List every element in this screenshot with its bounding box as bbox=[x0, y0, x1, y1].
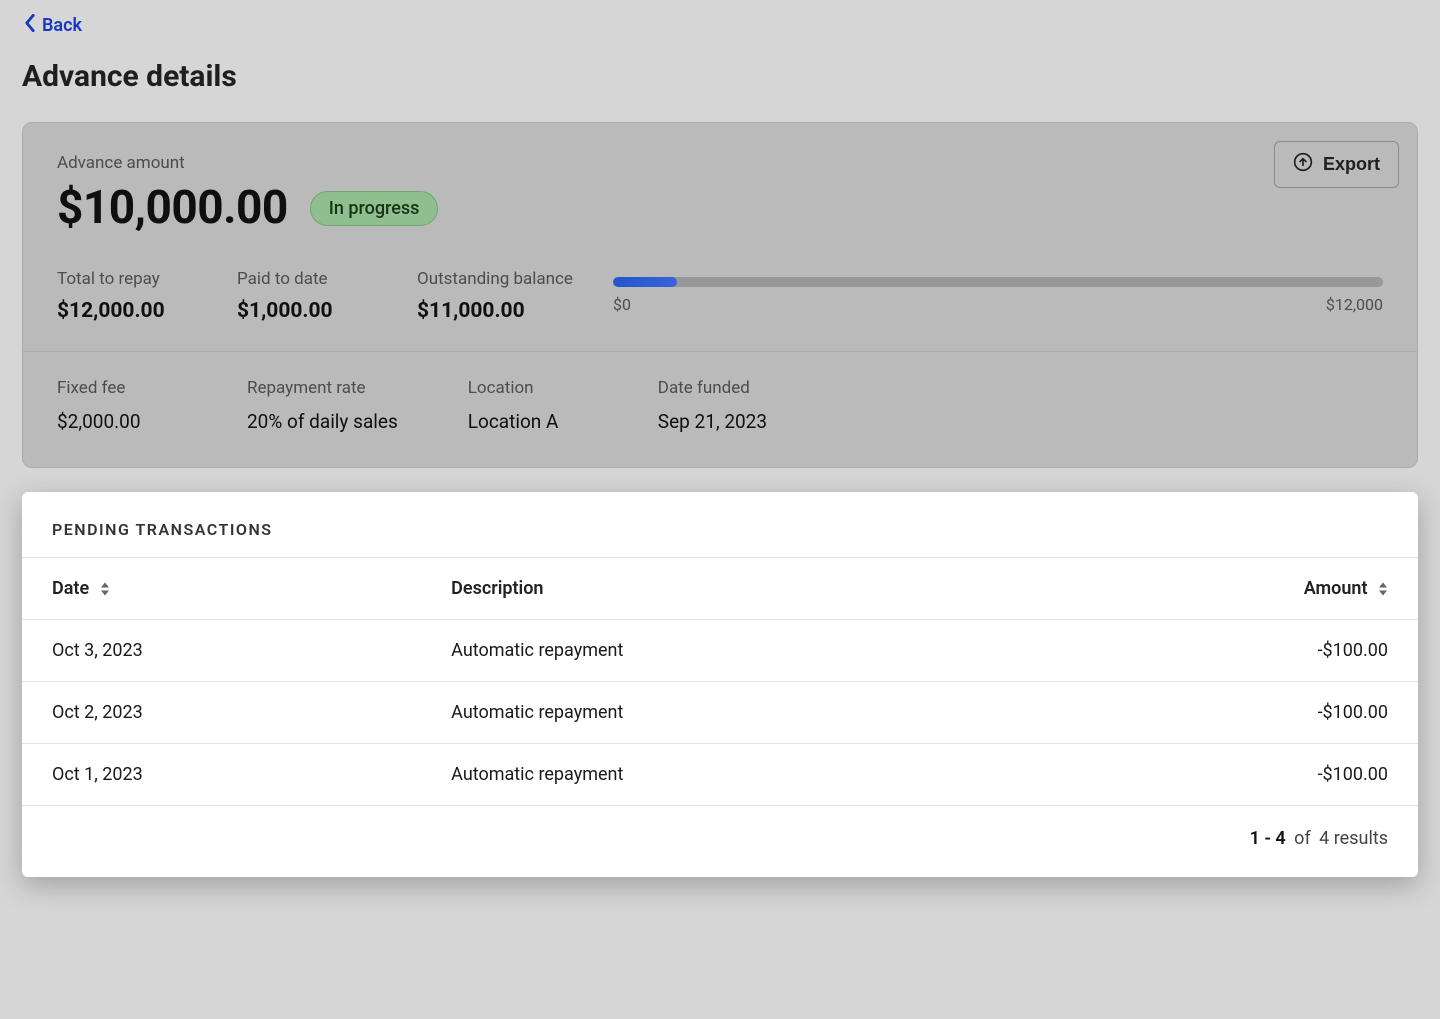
pagination-of: of bbox=[1294, 828, 1311, 849]
advance-amount-label: Advance amount bbox=[57, 153, 1383, 173]
cell-date: Oct 3, 2023 bbox=[22, 620, 421, 682]
stat-outstanding-balance: Outstanding balance $11,000.00 bbox=[417, 269, 573, 323]
pending-transactions-heading: PENDING TRANSACTIONS bbox=[22, 492, 1418, 557]
cell-date: Oct 2, 2023 bbox=[22, 682, 421, 744]
advance-summary-card: Export Advance amount $10,000.00 In prog… bbox=[22, 122, 1418, 468]
stat-paid-to-date: Paid to date $1,000.00 bbox=[237, 269, 377, 323]
stat-label: Outstanding balance bbox=[417, 269, 573, 289]
table-row[interactable]: Oct 2, 2023Automatic repayment-$100.00 bbox=[22, 682, 1418, 744]
cell-description: Automatic repayment bbox=[421, 682, 1036, 744]
cell-amount: -$100.00 bbox=[1036, 744, 1418, 806]
status-badge: In progress bbox=[310, 191, 439, 226]
export-label: Export bbox=[1323, 154, 1380, 175]
export-button[interactable]: Export bbox=[1274, 141, 1399, 188]
advance-amount-value: $10,000.00 bbox=[57, 181, 288, 235]
meta-value: 20% of daily sales bbox=[247, 410, 398, 433]
stat-value: $12,000.00 bbox=[57, 299, 197, 323]
cell-description: Automatic repayment bbox=[421, 744, 1036, 806]
stat-value: $1,000.00 bbox=[237, 299, 377, 323]
stat-total-to-repay: Total to repay $12,000.00 bbox=[57, 269, 197, 323]
pending-transactions-panel: PENDING TRANSACTIONS Date Description bbox=[22, 492, 1418, 877]
pagination-range: 1 - 4 bbox=[1250, 828, 1286, 849]
meta-label: Fixed fee bbox=[57, 378, 177, 398]
meta-label: Date funded bbox=[658, 378, 778, 398]
stat-value: $11,000.00 bbox=[417, 299, 573, 323]
col-amount-label: Amount bbox=[1304, 578, 1368, 599]
cell-description: Automatic repayment bbox=[421, 620, 1036, 682]
transactions-table: Date Description Amount bbox=[22, 557, 1418, 805]
meta-value: Location A bbox=[468, 410, 588, 433]
col-description-label: Description bbox=[451, 578, 543, 599]
back-link[interactable]: Back bbox=[22, 10, 84, 41]
stat-label: Paid to date bbox=[237, 269, 377, 289]
meta-value: Sep 21, 2023 bbox=[658, 410, 778, 433]
meta-fixed-fee: Fixed fee $2,000.00 bbox=[57, 378, 177, 433]
sort-icon bbox=[1378, 582, 1388, 596]
col-description[interactable]: Description bbox=[421, 558, 1036, 620]
page-title: Advance details bbox=[22, 59, 1418, 94]
col-amount[interactable]: Amount bbox=[1036, 558, 1418, 620]
meta-label: Repayment rate bbox=[247, 378, 398, 398]
meta-date-funded: Date funded Sep 21, 2023 bbox=[658, 378, 778, 433]
table-row[interactable]: Oct 3, 2023Automatic repayment-$100.00 bbox=[22, 620, 1418, 682]
progress-max-label: $12,000 bbox=[1326, 295, 1383, 314]
progress-min-label: $0 bbox=[613, 295, 631, 314]
meta-label: Location bbox=[468, 378, 588, 398]
pagination-total: 4 results bbox=[1319, 828, 1388, 849]
progress-fill bbox=[613, 277, 677, 287]
chevron-left-icon bbox=[24, 14, 36, 37]
stat-label: Total to repay bbox=[57, 269, 197, 289]
meta-location: Location Location A bbox=[468, 378, 588, 433]
table-pagination: 1 - 4 of 4 results bbox=[22, 805, 1418, 877]
cell-date: Oct 1, 2023 bbox=[22, 744, 421, 806]
table-row[interactable]: Oct 1, 2023Automatic repayment-$100.00 bbox=[22, 744, 1418, 806]
export-icon bbox=[1293, 152, 1313, 177]
cell-amount: -$100.00 bbox=[1036, 682, 1418, 744]
progress-bar bbox=[613, 277, 1383, 287]
cell-amount: -$100.00 bbox=[1036, 620, 1418, 682]
meta-value: $2,000.00 bbox=[57, 410, 177, 433]
repayment-progress: $0 $12,000 bbox=[613, 269, 1383, 314]
meta-repayment-rate: Repayment rate 20% of daily sales bbox=[247, 378, 398, 433]
col-date[interactable]: Date bbox=[22, 558, 421, 620]
back-label: Back bbox=[42, 15, 82, 36]
sort-icon bbox=[100, 582, 110, 596]
col-date-label: Date bbox=[52, 578, 89, 599]
